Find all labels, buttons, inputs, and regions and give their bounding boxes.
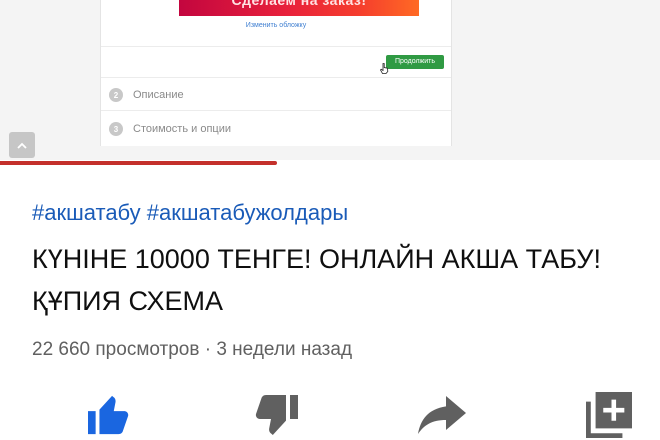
step-price-options[interactable]: 3 Стоимость и опции [109,119,231,139]
continue-button[interactable]: Продолжить [386,55,444,69]
share-icon [418,396,466,434]
playlist-add-icon [586,392,632,438]
step-description[interactable]: 2 Описание [109,85,184,105]
divider [101,77,451,78]
divider [101,46,451,47]
video-title: КҮНІНЕ 10000 ТЕНГЕ! ОНЛАЙН АКША ТАБУ! ҚҰ… [32,244,601,316]
cover-image: Сделаем на заказ! [179,0,419,16]
progress-bar-fill [0,161,278,165]
scroll-up-button[interactable] [9,132,35,158]
cover-text: Сделаем на заказ! [231,0,367,8]
step-label: Описание [133,89,184,101]
hashtags[interactable]: #акшатабу #акшатабужолдары [32,200,348,226]
chevron-up-icon [17,142,27,149]
step-label: Стоимость и опции [133,123,231,135]
step-number: 2 [109,88,123,102]
like-button[interactable] [84,392,134,438]
share-button[interactable] [417,392,467,438]
form-card: Сделаем на заказ! Изменить обложку Продо… [100,0,452,146]
hand-cursor-icon [380,63,389,74]
step-number: 3 [109,122,123,136]
thumbs-down-icon [255,395,298,435]
save-to-playlist-button[interactable] [584,392,634,438]
progress-bar[interactable] [0,161,660,165]
dislike-button[interactable] [251,392,301,438]
video-meta: 22 660 просмотров · 3 недели назад [32,339,353,360]
video-player[interactable]: Сделаем на заказ! Изменить обложку Продо… [0,0,660,160]
thumbs-up-icon [88,395,129,435]
divider [101,110,451,111]
change-cover-link[interactable]: Изменить обложку [101,22,451,29]
action-bar [0,388,660,440]
